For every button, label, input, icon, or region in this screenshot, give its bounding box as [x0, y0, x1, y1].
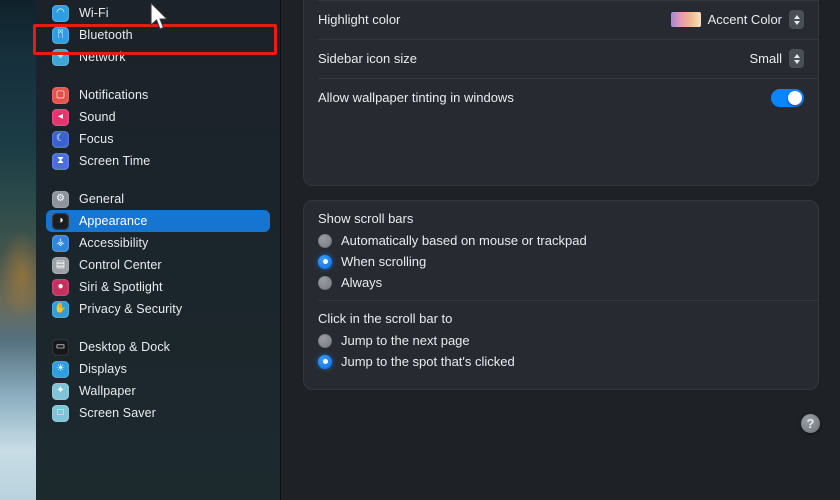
displays-icon: ☀ [52, 360, 69, 378]
sidebar-icon-size-stepper[interactable] [789, 49, 804, 68]
sidebar-item-label: Bluetooth [79, 28, 133, 42]
mouse-cursor [150, 2, 168, 30]
sidebar-item-label: Displays [79, 362, 128, 376]
click-scroll-bar-title: Click in the scroll bar to [318, 311, 453, 326]
wallpaper-icon: ✦ [52, 382, 69, 400]
sidebar-item-wallpaper[interactable]: ✦ Wallpaper [46, 380, 270, 402]
chevron-up-icon [793, 53, 800, 58]
highlight-color-stepper[interactable] [789, 10, 804, 29]
radio-button[interactable] [318, 333, 332, 348]
sidebar-item-network[interactable]: ⌖ Network [46, 46, 270, 68]
radio-option[interactable]: Automatically based on mouse or trackpad [318, 230, 818, 251]
chevron-down-icon [793, 20, 800, 25]
highlight-color-row: Highlight color Accent Color [304, 0, 818, 39]
globe-icon: ⌖ [52, 48, 69, 66]
siri-icon: ● [52, 278, 69, 296]
sidebar-item-focus[interactable]: ☾ Focus [46, 128, 270, 150]
sidebar-item-privacy-security[interactable]: ✋ Privacy & Security [46, 298, 270, 320]
sidebar-item-label: Appearance [79, 214, 148, 228]
sidebar-item-notifications[interactable]: ▢ Notifications [46, 84, 270, 106]
screen-saver-icon: □ [52, 404, 69, 422]
radio-option-label: Jump to the spot that's clicked [341, 354, 515, 369]
focus-icon: ☾ [52, 130, 69, 148]
sidebar-item-label: Notifications [79, 88, 149, 102]
sidebar-item-label: Wi-Fi [79, 6, 109, 20]
sidebar-icon-size-label: Sidebar icon size [318, 51, 417, 66]
screen-time-icon: ⧗ [52, 152, 69, 170]
radio-option-label: Jump to the next page [341, 333, 470, 348]
sidebar-item-label: Wallpaper [79, 384, 136, 398]
radio-button[interactable] [318, 354, 332, 369]
radio-option[interactable]: Jump to the next page [318, 330, 818, 351]
radio-option[interactable]: Always [318, 272, 818, 293]
wifi-icon: ◠ [52, 4, 69, 22]
sidebar-item-general[interactable]: ⚙ General [46, 188, 270, 210]
sound-icon: ◂ [52, 108, 69, 126]
wallpaper-tinting-label: Allow wallpaper tinting in windows [318, 90, 514, 105]
radio-button[interactable] [318, 275, 332, 290]
system-settings-window: ◠ Wi-Fi ᛗ Bluetooth ⌖ Network ▢ Notifications ◂ S… [0, 0, 840, 500]
click-scroll-bar-group: Click in the scroll bar to Jump to the n… [304, 301, 818, 372]
sidebar-item-screen-time[interactable]: ⧗ Screen Time [46, 150, 270, 172]
radio-option-label: Automatically based on mouse or trackpad [341, 233, 587, 248]
radio-button[interactable] [318, 254, 332, 269]
highlight-color-label: Highlight color [318, 12, 401, 27]
wallpaper-tinting-row: Allow wallpaper tinting in windows [304, 78, 818, 117]
sidebar-item-label: Accessibility [79, 236, 149, 250]
sidebar-item-label: Screen Time [79, 154, 151, 168]
sidebar-item-accessibility[interactable]: ⚶ Accessibility [46, 232, 270, 254]
sidebar-item-sound[interactable]: ◂ Sound [46, 106, 270, 128]
sidebar-item-control-center[interactable]: ▤ Control Center [46, 254, 270, 276]
radio-option-label: When scrolling [341, 254, 427, 269]
sidebar-icon-size-value: Small [749, 51, 782, 66]
sidebar-item-label: Control Center [79, 258, 162, 272]
sidebar-item-siri-spotlight[interactable]: ● Siri & Spotlight [46, 276, 270, 298]
appearance-icon: ◑ [52, 212, 69, 230]
sidebar-item-screen-saver[interactable]: □ Screen Saver [46, 402, 270, 424]
toggle-knob [788, 90, 802, 105]
appearance-settings-panel: Accent color Multicolor Highlight color … [281, 0, 840, 500]
radio-option-label: Always [341, 275, 383, 290]
sidebar-item-label: Privacy & Security [79, 302, 183, 316]
notifications-icon: ▢ [52, 86, 69, 104]
sidebar-item-displays[interactable]: ☀ Displays [46, 358, 270, 380]
chevron-down-icon [793, 59, 800, 64]
show-scroll-bars-group: Show scroll bars Automatically based on … [304, 201, 818, 293]
sidebar-icon-size-row: Sidebar icon size Small [304, 39, 818, 78]
chevron-up-icon [793, 14, 800, 19]
desktop-wallpaper [0, 0, 36, 500]
sidebar-item-label: Focus [79, 132, 114, 146]
highlight-color-value: Accent Color [707, 12, 782, 27]
highlight-color-swatch [670, 12, 701, 27]
bluetooth-icon: ᛗ [52, 26, 69, 44]
sidebar-item-appearance[interactable]: ◑ Appearance [46, 210, 270, 232]
sidebar-item-desktop-dock[interactable]: ▭ Desktop & Dock [46, 336, 270, 358]
appearance-options-card: Accent color Multicolor Highlight color … [303, 0, 819, 186]
sidebar-item-label: General [79, 192, 125, 206]
desktop-dock-icon: ▭ [52, 338, 69, 356]
sidebar-item-label: Desktop & Dock [79, 340, 171, 354]
sidebar-item-label: Siri & Spotlight [79, 280, 163, 294]
sidebar-item-label: Screen Saver [79, 406, 156, 420]
radio-button[interactable] [318, 233, 332, 248]
help-button[interactable]: ? [801, 414, 820, 433]
privacy-hand-icon: ✋ [52, 300, 69, 318]
wallpaper-tinting-toggle[interactable] [771, 88, 804, 107]
radio-option[interactable]: Jump to the spot that's clicked [318, 351, 818, 372]
control-center-icon: ▤ [52, 256, 69, 274]
accessibility-icon: ⚶ [52, 234, 69, 252]
show-scroll-bars-title: Show scroll bars [318, 211, 414, 226]
general-gear-icon: ⚙ [52, 190, 69, 208]
settings-sidebar: ◠ Wi-Fi ᛗ Bluetooth ⌖ Network ▢ Notifications ◂ S… [36, 0, 281, 500]
radio-option[interactable]: When scrolling [318, 251, 818, 272]
scroll-bars-card: Show scroll bars Automatically based on … [303, 200, 819, 390]
sidebar-item-label: Network [79, 50, 126, 64]
sidebar-item-label: Sound [79, 110, 116, 124]
